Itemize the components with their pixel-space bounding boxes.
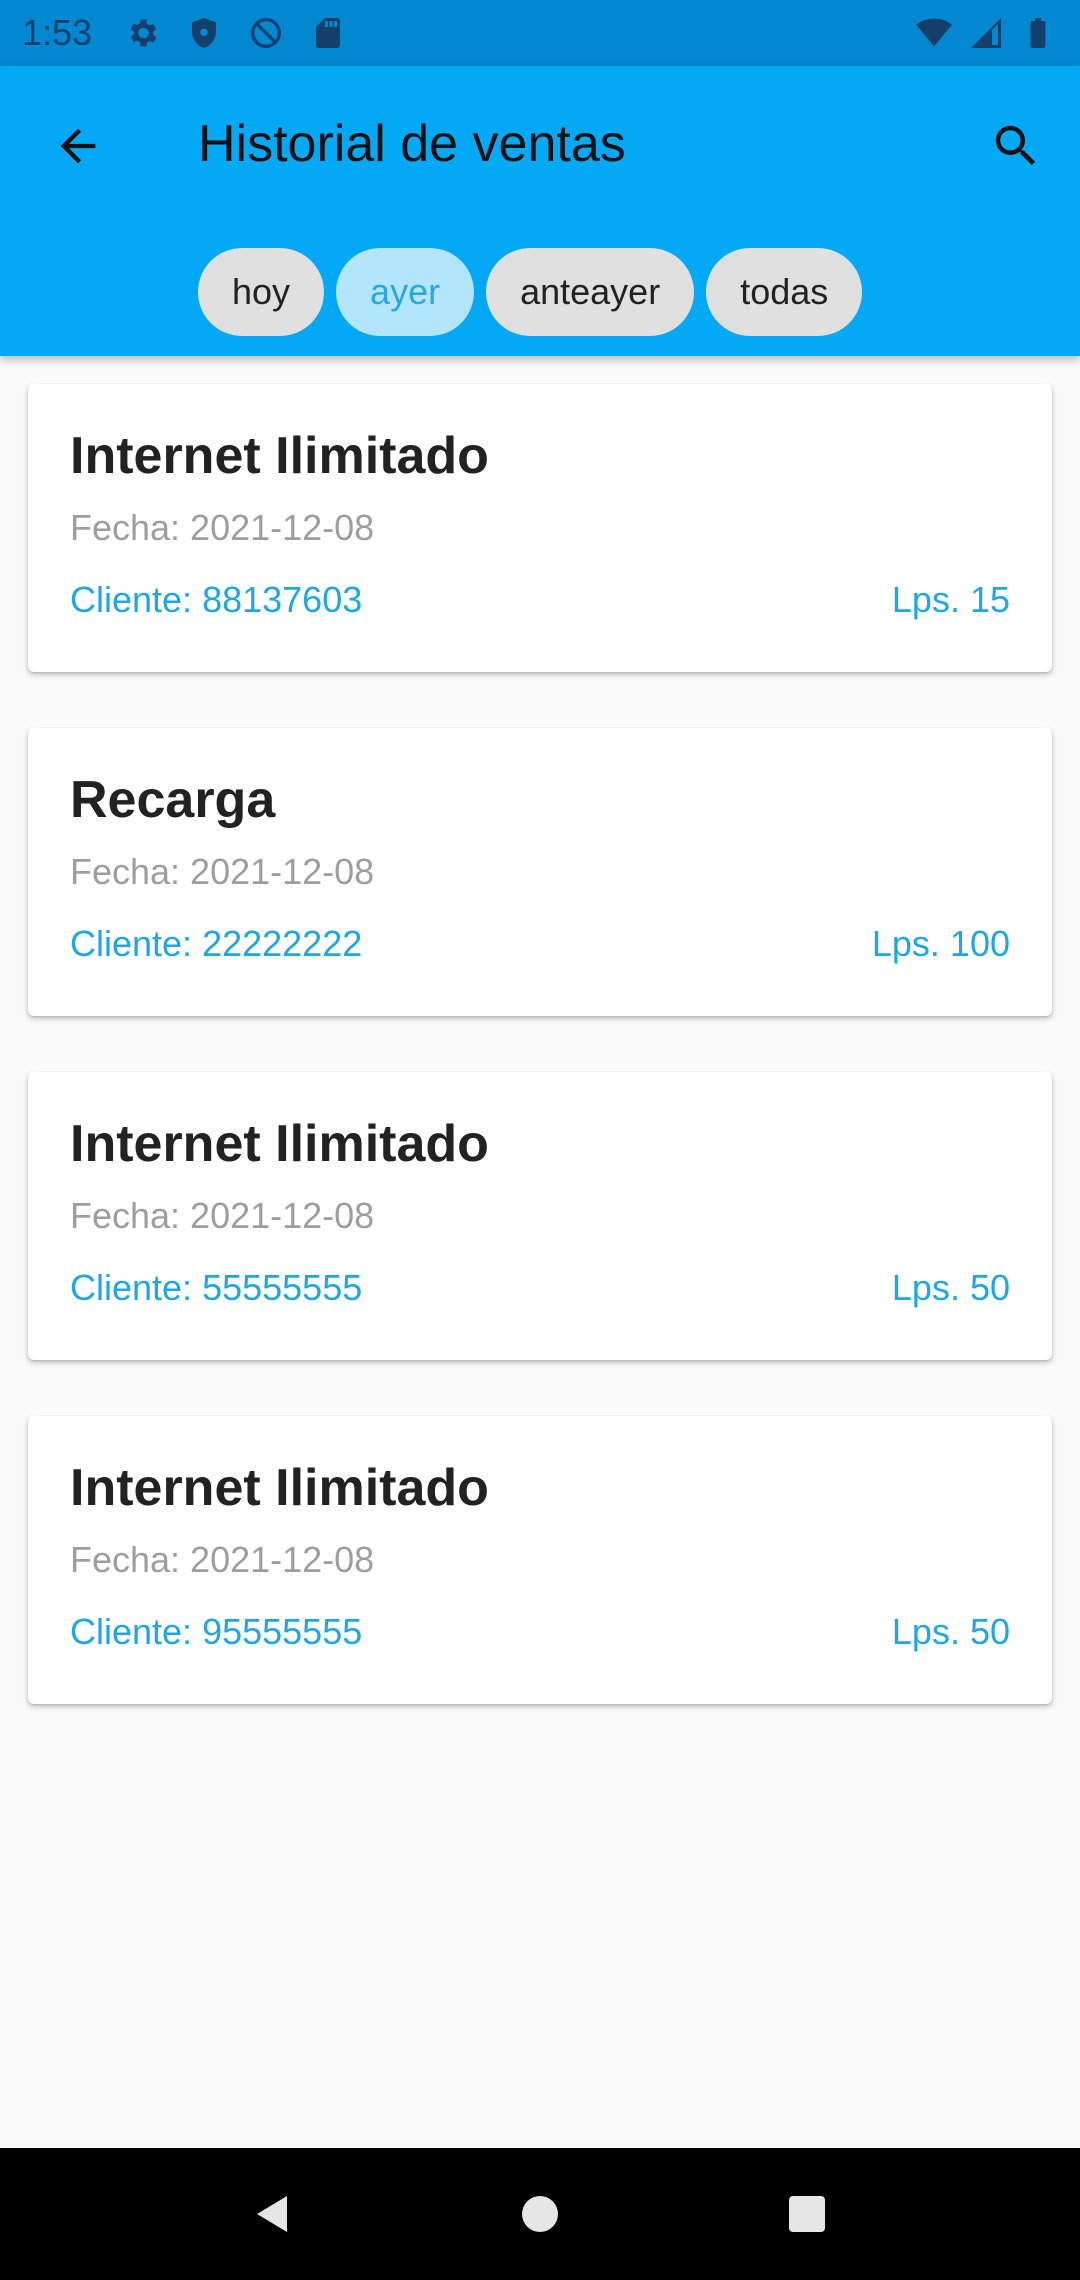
- arrow-back-icon: [60, 128, 96, 164]
- chip-hoy[interactable]: hoy: [198, 248, 325, 336]
- sale-card[interactable]: Internet Ilimitado Fecha: 2021-12-08 Cli…: [28, 1072, 1052, 1360]
- sale-client: Cliente: 88137603: [70, 579, 363, 620]
- status-icons-right: [914, 13, 1058, 53]
- sale-product: Internet Ilimitado: [70, 1115, 489, 1173]
- sd-card-icon: [308, 13, 348, 53]
- sale-date: Fecha: 2021-12-08: [70, 507, 375, 548]
- sale-client: Cliente: 55555555: [70, 1267, 363, 1308]
- sale-client: Cliente: 22222222: [70, 923, 363, 964]
- sale-product: Internet Ilimitado: [70, 1459, 489, 1517]
- home-circle-icon: [521, 2196, 558, 2232]
- sale-product: Internet Ilimitado: [70, 427, 489, 485]
- sale-amount: Lps. 100: [871, 923, 1010, 964]
- page-title: Historial de ventas: [198, 115, 626, 173]
- battery-icon: [1018, 13, 1058, 53]
- sale-card[interactable]: Recarga Fecha: 2021-12-08 Cliente: 22222…: [28, 728, 1052, 1016]
- recents-square-icon: [788, 2196, 825, 2232]
- status-time: 1:53: [22, 12, 93, 53]
- nav-recents-button[interactable]: [767, 2174, 847, 2254]
- sale-client: Cliente: 95555555: [70, 1611, 363, 1652]
- back-button[interactable]: [40, 108, 116, 184]
- sales-list: Internet Ilimitado Fecha: 2021-12-08 Cli…: [28, 384, 1052, 1704]
- sale-date: Fecha: 2021-12-08: [70, 1539, 375, 1580]
- cell-signal-icon: [966, 13, 1006, 53]
- status-icons-left: [122, 13, 348, 53]
- sale-details: Cliente: 95555555 Lps. 50: [70, 1610, 1010, 1654]
- gear-icon: [122, 13, 162, 53]
- sale-details: Cliente: 55555555 Lps. 50: [70, 1266, 1010, 1310]
- search-icon: [995, 125, 1036, 166]
- sale-amount: Lps. 50: [891, 1267, 1010, 1308]
- sale-card[interactable]: Internet Ilimitado Fecha: 2021-12-08 Cli…: [28, 1416, 1052, 1704]
- at-sign-icon: [246, 13, 286, 53]
- sale-date: Fecha: 2021-12-08: [70, 851, 375, 892]
- wifi-icon: [914, 13, 954, 53]
- sale-date: Fecha: 2021-12-08: [70, 1195, 375, 1236]
- sale-card[interactable]: Internet Ilimitado Fecha: 2021-12-08 Cli…: [28, 384, 1052, 672]
- filter-chips: hoy ayer anteayer todas: [198, 248, 863, 336]
- app-bar: Historial de ventas hoy ayer anteayer to…: [0, 66, 1080, 356]
- chip-anteayer[interactable]: anteayer: [486, 248, 695, 336]
- system-nav-bar: [0, 2148, 1080, 2280]
- nav-back-button[interactable]: [233, 2174, 313, 2254]
- sale-amount: Lps. 50: [891, 1611, 1010, 1652]
- back-triangle-icon: [257, 2196, 288, 2232]
- status-bar: 1:53: [0, 0, 1080, 66]
- sale-details: Cliente: 22222222 Lps. 100: [70, 922, 1010, 966]
- sale-amount: Lps. 15: [891, 579, 1010, 620]
- chip-ayer[interactable]: ayer: [336, 248, 475, 336]
- nav-home-button[interactable]: [500, 2174, 580, 2254]
- chip-todas[interactable]: todas: [706, 248, 863, 336]
- shield-icon: [184, 13, 224, 53]
- sale-product: Recarga: [70, 771, 276, 829]
- search-button[interactable]: [978, 108, 1054, 184]
- sale-details: Cliente: 88137603 Lps. 15: [70, 578, 1010, 622]
